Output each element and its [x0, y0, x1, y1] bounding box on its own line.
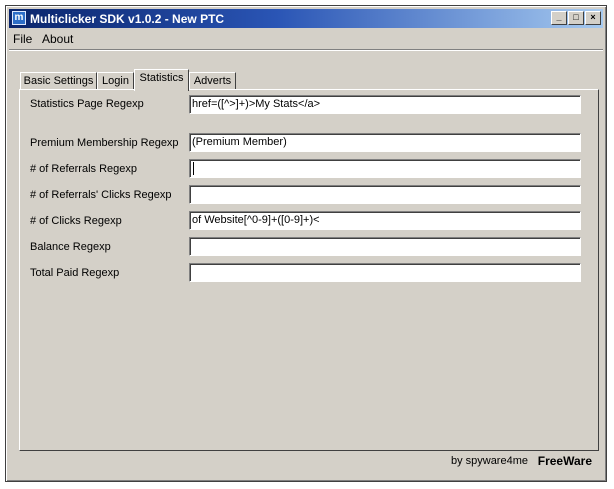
- premium-membership-regexp-input[interactable]: (Premium Member): [189, 133, 581, 152]
- menu-about[interactable]: About: [42, 32, 73, 46]
- text-caret: [193, 161, 194, 175]
- label-statistics-page-regexp: Statistics Page Regexp: [30, 98, 144, 110]
- minimize-button[interactable]: _: [551, 11, 567, 25]
- author-credit: by spyware4me: [450, 455, 528, 467]
- total-paid-regexp-input[interactable]: [189, 263, 581, 282]
- tab-login[interactable]: Login: [97, 72, 134, 89]
- label-clicks-regexp: # of Clicks Regexp: [30, 215, 122, 227]
- close-button[interactable]: ×: [585, 11, 601, 25]
- label-referrals-regexp: # of Referrals Regexp: [30, 163, 137, 175]
- app-window: m Multiclicker SDK v1.0.2 - New PTC _ □ …: [5, 5, 607, 482]
- menu-bar: File About: [9, 30, 603, 48]
- label-total-paid-regexp: Total Paid Regexp: [30, 267, 120, 279]
- referrals-clicks-regexp-input[interactable]: [189, 185, 581, 204]
- balance-regexp-input[interactable]: [189, 237, 581, 256]
- tab-adverts[interactable]: Adverts: [189, 72, 236, 89]
- label-balance-regexp: Balance Regexp: [30, 241, 111, 253]
- label-premium-membership-regexp: Premium Membership Regexp: [30, 137, 179, 149]
- maximize-button[interactable]: □: [568, 11, 584, 25]
- referrals-regexp-input[interactable]: [189, 159, 581, 178]
- window-title: Multiclicker SDK v1.0.2 - New PTC: [30, 12, 225, 26]
- clicks-regexp-input[interactable]: of Website[^0-9]+([0-9]+)<: [189, 211, 581, 230]
- title-bar[interactable]: m Multiclicker SDK v1.0.2 - New PTC _ □ …: [9, 9, 603, 28]
- license-label: FreeWare: [537, 454, 592, 468]
- app-icon: m: [12, 11, 26, 25]
- tab-statistics[interactable]: Statistics: [134, 69, 189, 91]
- statistics-page-regexp-input[interactable]: href=([^>]+)>My Stats</a>: [189, 95, 581, 114]
- label-referrals-clicks-regexp: # of Referrals' Clicks Regexp: [30, 189, 172, 201]
- tab-basic-settings[interactable]: Basic Settings: [20, 72, 97, 89]
- menu-file[interactable]: File: [13, 32, 32, 46]
- menu-separator: [9, 49, 603, 51]
